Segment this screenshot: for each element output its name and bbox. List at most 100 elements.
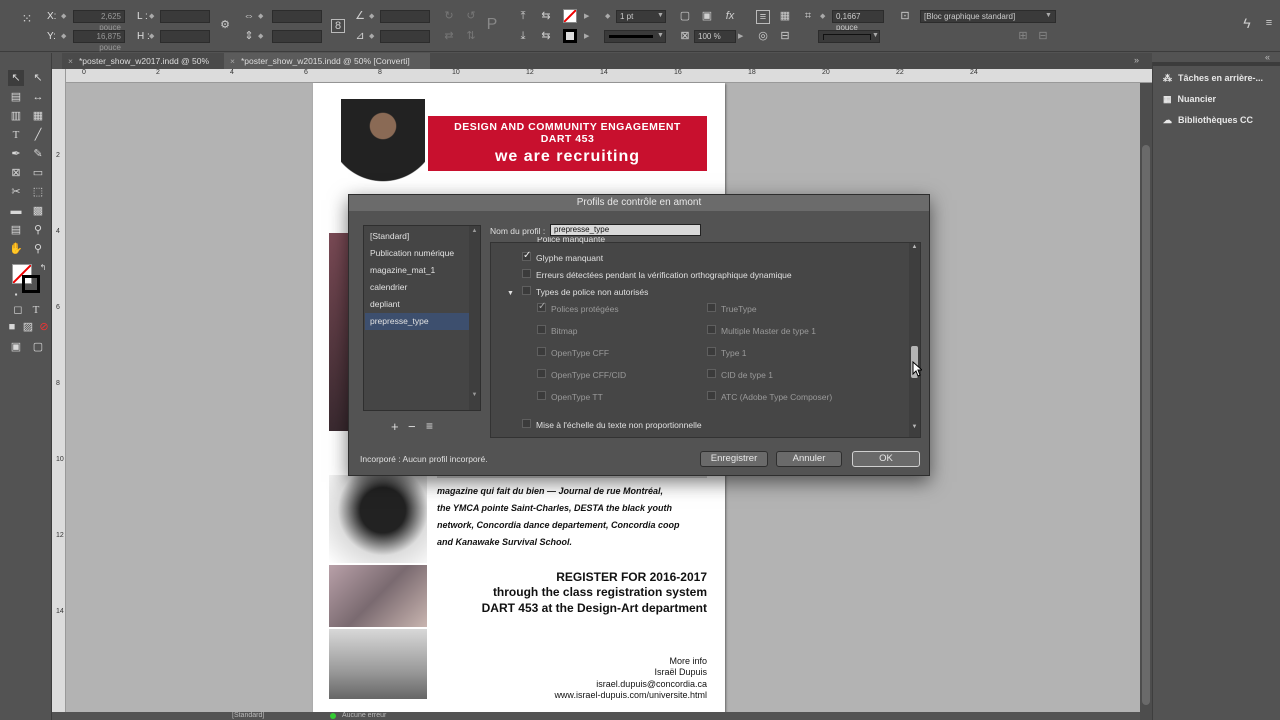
type-tool-icon[interactable]: T [8,127,24,143]
lightning-icon[interactable]: ϟ [1240,16,1254,31]
stroke-weight-dropdown-icon[interactable]: ▼ [657,12,664,19]
otf-cff-cid-checkbox[interactable] [537,369,546,378]
gradient-feather-tool-icon[interactable]: ▩ [30,203,46,219]
preview-mode-icon[interactable]: ▢ [30,339,46,355]
save-button[interactable]: Enregistrer [700,451,768,467]
tree-item-scaling[interactable]: Mise à l'échelle du texte non proportion… [522,418,702,432]
corner-shape-icon[interactable]: ⌗ [801,10,815,24]
spell-checkbox[interactable] [522,269,531,278]
scroll-down-icon[interactable]: ▼ [469,392,480,398]
profile-item[interactable]: magazine_mat_1 [370,262,474,279]
corner-type-select[interactable] [818,30,880,43]
dancer-photo-2[interactable] [329,565,427,627]
scroll-thumb[interactable] [1142,145,1150,705]
apply-gradient-icon[interactable]: ▨ [20,319,36,335]
stroke-swatch-icon[interactable] [563,29,577,43]
stroke-color-swatch-icon[interactable] [22,275,40,293]
rules-tree-scrollbar[interactable]: ▲ ▼ [909,243,920,437]
vertical-ruler[interactable]: 2 4 6 8 10 12 14 [52,69,66,720]
tree-item-glyph[interactable]: ✓ Glyphe manquant [522,250,603,265]
truetype-checkbox[interactable] [707,303,716,312]
select-next-icon[interactable]: ⇆ [539,30,553,44]
corner-stepper-icon[interactable]: ◆ [820,12,825,20]
select-previous-icon[interactable]: ⇆ [539,10,553,24]
dialog-title[interactable]: Profils de contrôle en amont [349,195,929,211]
info-url[interactable]: www.israel-dupuis.com/universite.html [437,690,707,700]
selection-tool-icon[interactable]: ↖ [8,70,24,86]
font-type-otf-tt[interactable]: OpenType TT [537,390,603,404]
font-type-otf-cff[interactable]: OpenType CFF [537,346,609,360]
gradient-tool-icon[interactable]: ▬ [8,203,24,219]
ok-button[interactable]: OK [852,451,920,467]
remove-profile-icon[interactable]: − [408,419,416,434]
opacity-menu-icon[interactable]: ▶ [738,32,743,40]
scroll-down-icon[interactable]: ▼ [909,424,920,430]
profile-item[interactable]: Publication numérique [370,245,474,262]
fx-icon[interactable]: fx [723,10,737,24]
status-profile[interactable]: [Standard] [232,712,264,720]
protected-checkbox[interactable]: ✓ [537,301,546,312]
rectangle-tool-icon[interactable]: ▭ [30,165,46,181]
apply-color-icon[interactable]: ■ [4,319,20,335]
glyph-checkbox[interactable]: ✓ [522,250,531,261]
direct-selection-tool-icon[interactable]: ↖ [30,70,46,86]
scale-x-field[interactable] [272,10,322,23]
stroke-weight-stepper-icon[interactable]: ◆ [605,12,610,20]
cid-type1-checkbox[interactable] [707,369,716,378]
shear-stepper-icon[interactable]: ◆ [369,32,374,40]
profile-item[interactable]: calendrier [370,279,474,296]
scissors-tool-icon[interactable]: ✂ [8,184,24,200]
disclosure-triangle-icon[interactable]: ▼ [507,290,514,297]
font-type-protected[interactable]: ✓ Polices protégées [537,301,619,316]
hand-tool-icon[interactable]: ✋ [8,241,24,257]
dancer-photo-3[interactable] [329,629,427,699]
profile-item[interactable]: depliant [370,296,474,313]
rotate-stepper-icon[interactable]: ◆ [369,12,374,20]
y-field[interactable]: 16,875 pouce [73,30,125,52]
opacity-field[interactable]: 100 % [694,30,736,43]
font-type-truetype[interactable]: TrueType [707,302,757,316]
font-type-atc[interactable]: ATC (Adobe Type Composer) [707,390,832,404]
rules-tree[interactable]: Police manquante ✓ Glyphe manquant Erreur… [490,237,921,438]
formatting-container-icon[interactable]: ◻ [10,302,26,318]
profile-name-input[interactable]: prepresse_type [550,224,701,236]
screen-mode-icon[interactable]: ▣ [8,339,24,355]
profile-item-selected[interactable]: prepresse_type [365,313,469,330]
rotate-ccw-icon[interactable]: ↺ [464,10,478,24]
width-field[interactable] [160,10,210,23]
stroke-menu-icon[interactable]: ▶ [584,32,589,40]
object-style-select[interactable]: [Bloc graphique standard] [920,10,1056,23]
header-banner[interactable]: DESIGN AND COMMUNITY ENGAGEMENT DART 453… [428,116,707,171]
shear-field[interactable] [380,30,430,43]
font-types-checkbox[interactable] [521,286,531,295]
panel-swatches[interactable]: ▦ Nuancier [1163,89,1216,109]
horizontal-ruler[interactable]: 0 2 4 6 8 10 12 14 16 18 20 22 24 [62,69,1152,83]
dock-grip[interactable] [1153,62,1280,66]
collapse-dock-icon[interactable]: « [1265,52,1270,62]
note-tool-icon[interactable]: ▤ [8,222,24,238]
corner-type-dropdown-icon[interactable]: ▼ [872,32,879,39]
tab-poster-2015[interactable]: × *poster_show_w2015.indd @ 50% [Converti… [224,53,430,69]
scroll-up-icon[interactable]: ▲ [909,244,920,250]
fill-swatch-icon[interactable] [563,9,577,23]
fill-menu-icon[interactable]: ▶ [584,12,589,20]
profile-item[interactable]: [Standard] [370,228,474,245]
stroke-type-dropdown-icon[interactable]: ▼ [657,32,664,39]
atc-checkbox[interactable] [707,391,716,400]
rotate-field[interactable] [380,10,430,23]
multiple-master-checkbox[interactable] [707,325,716,334]
profile-menu-icon[interactable]: ≡ [426,419,433,433]
tab-poster-2017[interactable]: × *poster_show_w2017.indd @ 50% [62,53,222,69]
text-wrap-jump-icon[interactable]: ⊟ [778,30,792,44]
otf-tt-checkbox[interactable] [537,391,546,400]
drop-shadow-icon[interactable]: ▢ [678,10,692,24]
fitting-content-icon[interactable]: ⊞ [1016,30,1030,44]
content-placer-icon[interactable]: ▦ [30,108,46,124]
apply-none-icon[interactable]: ⊘ [36,319,52,335]
pencil-tool-icon[interactable]: ✎ [30,146,46,162]
scale-y-stepper-icon[interactable]: ◆ [258,32,263,40]
otf-cff-checkbox[interactable] [537,347,546,356]
height-field[interactable] [160,30,210,43]
dancer-photo-1[interactable] [329,475,427,563]
content-collector-icon[interactable]: ▥ [8,108,24,124]
